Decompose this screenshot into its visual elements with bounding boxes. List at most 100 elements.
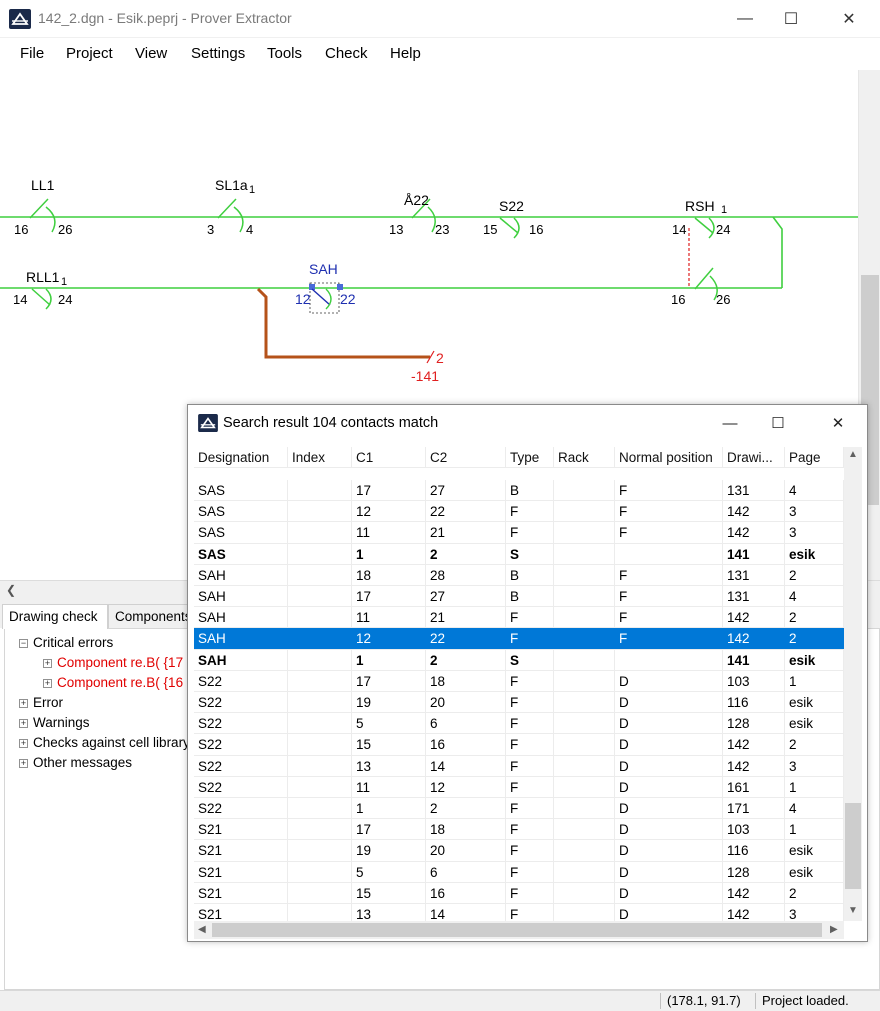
dialog-title: Search result 104 contacts match [223, 415, 439, 431]
expand-icon[interactable]: + [19, 719, 28, 728]
tree-node-warnings[interactable]: + Warnings [19, 715, 90, 730]
status-separator [660, 993, 661, 1009]
tree-node-error[interactable]: + Error [19, 695, 63, 710]
cell-c2: 20 [426, 840, 506, 862]
table-row[interactable]: SAH 18 28 B F 131 2 [194, 564, 844, 586]
label-rll1-sub: 1 [61, 276, 67, 288]
cell-index [288, 798, 352, 819]
table-row[interactable]: SAS 12 22 F F 142 3 [194, 501, 844, 523]
collapse-icon[interactable]: − [19, 639, 28, 648]
scroll-left-icon[interactable]: ◀ [198, 924, 206, 935]
cell-normal-position: D [615, 904, 723, 921]
table-row[interactable]: SAS 17 27 B F 131 4 [194, 480, 844, 502]
cell-page: esik [785, 692, 844, 713]
scroll-down-icon[interactable]: ▼ [848, 905, 858, 916]
label-sl1a-left: 3 [207, 222, 214, 237]
column-header-c1[interactable]: C1 [352, 447, 426, 468]
table-row[interactable]: S21 17 18 F D 103 1 [194, 819, 844, 841]
cell-drawing: 142 [723, 755, 785, 777]
cell-designation: S22 [194, 776, 288, 798]
table-row[interactable]: S22 13 14 F D 142 3 [194, 755, 844, 777]
menu-file[interactable]: File [20, 45, 44, 62]
tree-node-cell-library[interactable]: + Checks against cell library [19, 735, 190, 750]
search-result-dialog: Search result 104 contacts match — ☐ ✕ D… [187, 404, 868, 942]
maximize-button[interactable]: ☐ [768, 0, 814, 38]
label-ref-top: 2 [436, 350, 444, 366]
table-row[interactable]: SAS 11 21 F F 142 3 [194, 522, 844, 544]
table-row[interactable]: S22 15 16 F D 142 2 [194, 734, 844, 756]
table-row[interactable]: SAH 12 22 F F 142 2 [194, 628, 844, 650]
menu-tools[interactable]: Tools [267, 45, 302, 62]
tree-label-other: Other messages [33, 755, 133, 770]
column-header-type[interactable]: Type [506, 447, 554, 468]
table-row[interactable]: S22 5 6 F D 128 esik [194, 713, 844, 735]
tab-components[interactable]: Components [108, 604, 196, 629]
menu-project[interactable]: Project [66, 45, 113, 62]
cell-rack [554, 670, 615, 692]
table-row[interactable]: S22 19 20 F D 116 esik [194, 692, 844, 714]
table-row[interactable]: S21 15 16 F D 142 2 [194, 882, 844, 904]
cell-c1: 1 [352, 543, 426, 565]
cell-rack [554, 564, 615, 586]
menu-check[interactable]: Check [325, 45, 368, 62]
grid-vertical-scrollbar[interactable]: ▲ ▼ [844, 447, 862, 921]
menu-view[interactable]: View [135, 45, 167, 62]
table-row[interactable]: SAH 11 21 F F 142 2 [194, 607, 844, 629]
tree-node-critical-errors[interactable]: − Critical errors [19, 635, 113, 650]
column-header-normal-position[interactable]: Normal position [615, 447, 723, 468]
cell-rack [554, 776, 615, 798]
tab-drawing-check[interactable]: Drawing check [2, 604, 108, 629]
sah-handle-right[interactable] [337, 284, 343, 290]
table-row[interactable]: SAH 1 2 S 141 esik [194, 649, 844, 671]
expand-icon[interactable]: + [43, 659, 52, 668]
table-row[interactable]: SAH 17 27 B F 131 4 [194, 586, 844, 608]
close-button[interactable]: ✕ [826, 0, 872, 38]
chevron-left-icon[interactable]: ❮ [6, 583, 16, 597]
table-row[interactable]: S22 17 18 F D 103 1 [194, 670, 844, 692]
table-row[interactable]: SAS 1 2 S 141 esik [194, 543, 844, 565]
table-row[interactable]: S21 5 6 F D 128 esik [194, 861, 844, 883]
column-header-index[interactable]: Index [288, 447, 352, 468]
cell-index [288, 501, 352, 523]
scroll-up-icon[interactable]: ▲ [848, 449, 858, 460]
table-row[interactable]: S22 1 2 F D 171 4 [194, 798, 844, 820]
expand-icon[interactable]: + [19, 759, 28, 768]
cell-drawing: 116 [723, 692, 785, 713]
column-header-c2[interactable]: C2 [426, 447, 506, 468]
dialog-maximize-button[interactable]: ☐ [755, 405, 801, 441]
cell-page: 4 [785, 480, 844, 501]
scroll-right-icon[interactable]: ▶ [830, 924, 838, 935]
column-header-designation[interactable]: Designation [194, 447, 288, 468]
label-s22-left: 15 [483, 222, 497, 237]
grid-horizontal-scrollbar[interactable]: ◀ ▶ [194, 921, 844, 939]
expand-icon[interactable]: + [19, 699, 28, 708]
grid-header-row[interactable]: Designation Index C1 C2 Type Rack Normal posit… [194, 447, 844, 469]
column-header-drawing[interactable]: Drawi... [723, 447, 785, 468]
cell-normal-position [615, 649, 723, 671]
dialog-minimize-button[interactable]: — [707, 405, 753, 441]
tree-node-component-1[interactable]: + Component re.B( {17 [43, 655, 183, 670]
column-header-page[interactable]: Page [785, 447, 844, 468]
tree-node-other[interactable]: + Other messages [19, 755, 132, 770]
grid-horizontal-thumb[interactable] [212, 923, 822, 937]
label-ll1: LL1 [31, 177, 55, 193]
expand-icon[interactable]: + [43, 679, 52, 688]
cell-designation: SAH [194, 628, 288, 650]
app-logo-icon [9, 9, 31, 29]
results-grid[interactable]: Designation Index C1 C2 Type Rack Normal posit… [194, 447, 844, 921]
table-row[interactable]: S21 19 20 F D 116 esik [194, 840, 844, 862]
menu-help[interactable]: Help [390, 45, 421, 62]
cell-designation: SAS [194, 543, 288, 565]
menu-settings[interactable]: Settings [191, 45, 245, 62]
cell-type: S [506, 543, 554, 565]
cell-index [288, 607, 352, 629]
minimize-button[interactable]: — [722, 0, 768, 38]
cell-drawing: 131 [723, 480, 785, 501]
table-row[interactable]: S21 13 14 F D 142 3 [194, 904, 844, 921]
table-row[interactable]: S22 11 12 F D 161 1 [194, 776, 844, 798]
dialog-close-button[interactable]: ✕ [815, 405, 861, 441]
tree-node-component-2[interactable]: + Component re.B( {16 [43, 675, 183, 690]
column-header-rack[interactable]: Rack [554, 447, 615, 468]
grid-vertical-thumb[interactable] [845, 803, 861, 889]
expand-icon[interactable]: + [19, 739, 28, 748]
